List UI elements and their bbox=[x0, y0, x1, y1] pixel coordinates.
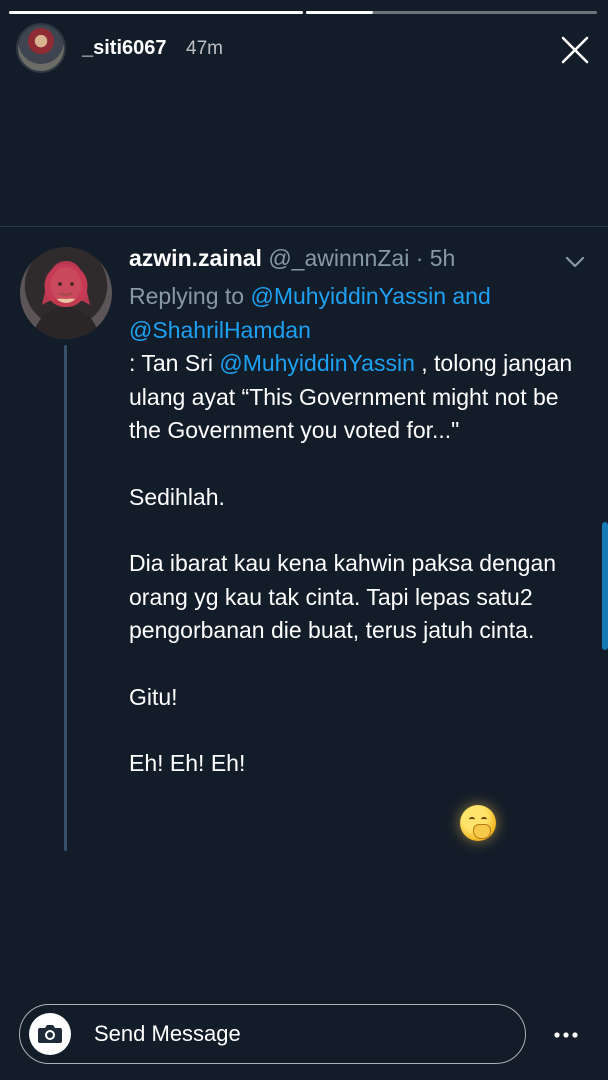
send-message-bar[interactable] bbox=[19, 1004, 526, 1064]
more-dots-icon[interactable] bbox=[552, 1028, 580, 1042]
tweet-handle[interactable]: @_awinnnZai bbox=[268, 245, 409, 271]
send-message-input[interactable] bbox=[94, 1005, 494, 1062]
replying-to: Replying to @MuhyiddinYassin and @Shahri… bbox=[129, 279, 569, 347]
tweet-line1-prefix: : Tan Sri bbox=[129, 350, 220, 376]
tweet-body: : Tan Sri @MuhyiddinYassin , tolong jang… bbox=[129, 347, 589, 781]
face-with-hand-over-mouth-icon bbox=[460, 805, 496, 841]
reply-mention-muhyiddin[interactable]: @MuhyiddinYassin bbox=[250, 283, 446, 309]
close-icon[interactable] bbox=[558, 33, 592, 67]
story-header: _siti6067 47m bbox=[18, 25, 598, 75]
chevron-down-icon[interactable] bbox=[564, 251, 586, 273]
tweet-paragraph-5: Eh! Eh! Eh! bbox=[129, 750, 246, 776]
replying-prefix: Replying to bbox=[129, 283, 245, 309]
camera-icon bbox=[38, 1025, 62, 1043]
tweet-mention-muhyiddin[interactable]: @MuhyiddinYassin bbox=[219, 350, 415, 376]
tweet-display-name[interactable]: azwin.zainal bbox=[129, 245, 262, 271]
story-username[interactable]: _siti6067 bbox=[82, 37, 167, 60]
camera-button[interactable] bbox=[29, 1013, 71, 1055]
story-progress-segment-2 bbox=[306, 11, 597, 14]
tweet-timestamp: 5h bbox=[429, 245, 456, 271]
reply-and: and bbox=[452, 283, 491, 309]
story-progress-segment-1 bbox=[9, 11, 303, 14]
scroll-indicator bbox=[602, 522, 608, 650]
tweet-paragraph-1: : Tan Sri @MuhyiddinYassin , tolong jang… bbox=[129, 347, 589, 448]
reply-mention-shahril[interactable]: @ShahrilHamdan bbox=[129, 317, 311, 343]
story-avatar[interactable] bbox=[18, 25, 64, 71]
story-time: 47m bbox=[186, 38, 223, 59]
tweet-paragraph-3: Dia ibarat kau kena kahwin paksa dengan … bbox=[129, 550, 557, 643]
tweet-header: azwin.zainal @_awinnnZai · 5h bbox=[129, 245, 455, 272]
tweet-card[interactable]: azwin.zainal @_awinnnZai · 5h Replying t… bbox=[0, 227, 608, 887]
thread-line bbox=[64, 345, 67, 851]
tweet-author-avatar[interactable] bbox=[20, 247, 112, 339]
tweet-separator: · bbox=[415, 245, 424, 271]
tweet-paragraph-4: Gitu! bbox=[129, 683, 178, 710]
tweet-paragraph-2: Sedihlah. bbox=[129, 483, 225, 510]
